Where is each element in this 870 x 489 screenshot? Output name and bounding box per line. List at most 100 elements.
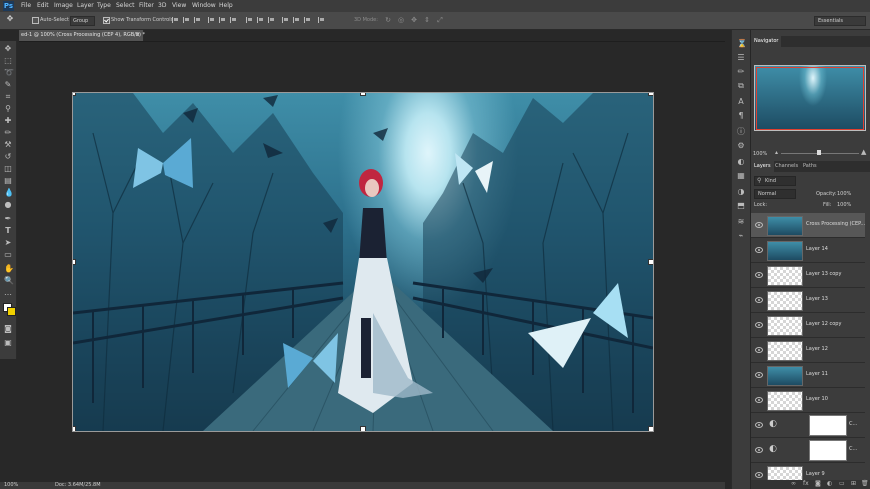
navigator-thumbnail[interactable]	[754, 65, 866, 131]
distribute-top-icon[interactable]	[246, 17, 254, 23]
layer-row[interactable]: Cross Processing (CEP...	[751, 213, 865, 238]
menu-filter[interactable]: Filter	[139, 2, 154, 9]
paths-icon[interactable]: ⌁	[737, 232, 745, 240]
eye-icon[interactable]	[755, 447, 763, 453]
new-adjustment-icon[interactable]: ◐	[827, 480, 832, 487]
eye-icon[interactable]	[755, 472, 763, 478]
type-icon[interactable]: T	[4, 227, 12, 235]
layer-thumbnail[interactable]	[767, 391, 803, 411]
history-icon[interactable]: ⌛	[737, 40, 747, 48]
quick-mask-icon[interactable]: ◙	[4, 325, 12, 333]
layer-mask-thumbnail[interactable]	[809, 440, 847, 461]
close-icon[interactable]: ×	[136, 32, 140, 38]
align-bottom-icon[interactable]	[194, 17, 202, 23]
layer-thumbnail[interactable]	[767, 216, 803, 236]
navigator-view-box[interactable]	[756, 67, 864, 130]
adjustments-icon[interactable]: ◑	[737, 188, 745, 196]
new-layer-icon[interactable]: ⊞	[851, 480, 856, 487]
move-tool-icon[interactable]: ✥	[4, 45, 12, 53]
gradient-tool-icon[interactable]: ▤	[4, 177, 12, 185]
blur-tool-icon[interactable]: 💧	[4, 189, 14, 197]
layer-row[interactable]: Layer 14	[751, 238, 865, 263]
layer-filter-dropdown[interactable]: ⚲ Kind	[754, 176, 796, 186]
zoom-out-icon[interactable]: ▴	[775, 149, 778, 156]
layer-thumbnail[interactable]	[767, 466, 803, 481]
menu-window[interactable]: Window	[192, 2, 216, 9]
eyedropper-tool-icon[interactable]: ⚲	[4, 105, 12, 113]
paragraph-icon[interactable]: ¶	[737, 112, 745, 120]
eye-icon[interactable]	[755, 272, 763, 278]
menu-view[interactable]: View	[172, 2, 186, 9]
transform-handle-bottom-right[interactable]	[648, 426, 653, 431]
transform-handle-top-left[interactable]	[73, 93, 76, 96]
eye-icon[interactable]	[755, 372, 763, 378]
layer-row[interactable]: Layer 10	[751, 388, 865, 413]
layer-mask-thumbnail[interactable]	[809, 415, 847, 436]
transform-handle-bottom[interactable]	[360, 426, 366, 431]
pen-tool-icon[interactable]: ✒	[4, 215, 12, 223]
channels-icon[interactable]: ≋	[737, 218, 745, 226]
layer-thumbnail[interactable]	[767, 341, 803, 361]
screen-mode-icon[interactable]: ▣	[4, 339, 12, 347]
brush-presets-icon[interactable]: ✏	[737, 68, 745, 76]
transform-handle-top[interactable]	[360, 93, 366, 96]
crop-tool-icon[interactable]: ⌗	[4, 93, 12, 101]
eye-icon[interactable]	[755, 297, 763, 303]
layer-thumbnail[interactable]	[767, 266, 803, 286]
clone-stamp-tool-icon[interactable]: ⚒	[4, 141, 12, 149]
layer-row[interactable]: Layer 11	[751, 363, 865, 388]
dodge-tool-icon[interactable]: ●	[4, 201, 12, 209]
distribute-right-icon[interactable]	[304, 17, 312, 23]
opacity-value[interactable]: 100%	[837, 191, 851, 197]
hand-icon[interactable]: ✋	[4, 265, 14, 273]
tab-paths[interactable]: Paths	[800, 161, 820, 172]
3d-slide-icon[interactable]: ⇕	[423, 16, 431, 24]
lasso-tool-icon[interactable]: ➰	[4, 69, 14, 77]
3d-scale-icon[interactable]: ⤢	[436, 16, 444, 24]
add-mask-icon[interactable]: ◙	[815, 480, 821, 487]
blend-mode-dropdown[interactable]: Normal	[754, 189, 796, 199]
menu-edit[interactable]: Edit	[37, 2, 49, 9]
distribute-center-icon[interactable]	[293, 17, 301, 23]
align-right-icon[interactable]	[230, 17, 238, 23]
fx-icon[interactable]: fx	[803, 480, 809, 487]
history-brush-tool-icon[interactable]: ↺	[4, 153, 12, 161]
marquee-tool-icon[interactable]: ⬚	[4, 57, 12, 65]
align-top-icon[interactable]	[172, 17, 180, 23]
layer-row[interactable]: ◐ C...	[751, 438, 865, 463]
layer-row[interactable]: Layer 12	[751, 338, 865, 363]
tab-navigator[interactable]: Navigator	[751, 36, 782, 47]
eye-icon[interactable]	[755, 422, 763, 428]
eye-icon[interactable]	[755, 347, 763, 353]
transform-handle-left[interactable]	[73, 259, 76, 265]
eye-icon[interactable]	[755, 322, 763, 328]
document-tab[interactable]: ed-1 @ 100% (Cross Processing (CEP 4), R…	[19, 30, 145, 41]
eye-icon[interactable]	[755, 247, 763, 253]
quick-select-tool-icon[interactable]: ✎	[4, 81, 12, 89]
workspace-dropdown[interactable]: Essentials	[814, 16, 866, 26]
menu-help[interactable]: Help	[219, 2, 233, 9]
zoom-level[interactable]: 100%	[4, 482, 18, 488]
align-center-icon[interactable]	[219, 17, 227, 23]
layer-thumbnail[interactable]	[767, 291, 803, 311]
menu-type[interactable]: Type	[97, 2, 111, 9]
distribute-middle-icon[interactable]	[257, 17, 265, 23]
layer-thumbnail[interactable]	[767, 366, 803, 386]
zoom-icon[interactable]: 🔍	[4, 277, 14, 285]
auto-align-icon[interactable]	[318, 17, 326, 23]
new-group-icon[interactable]: ▭	[839, 480, 845, 487]
menu-3d[interactable]: 3D	[158, 2, 166, 9]
menu-select[interactable]: Select	[116, 2, 135, 9]
transform-handle-top-right[interactable]	[648, 93, 653, 96]
move-icon[interactable]: ✥	[6, 15, 14, 23]
tab-layers[interactable]: Layers	[751, 161, 774, 172]
transform-handle-bottom-left[interactable]	[73, 426, 76, 431]
align-left-icon[interactable]	[208, 17, 216, 23]
eraser-tool-icon[interactable]: ◫	[4, 165, 12, 173]
tab-channels[interactable]: Channels	[772, 161, 801, 172]
swatches-icon[interactable]: ▦	[737, 172, 745, 180]
menu-image[interactable]: Image	[54, 2, 73, 9]
fill-value[interactable]: 100%	[837, 202, 851, 208]
info-icon[interactable]: ⓘ	[737, 128, 745, 136]
tool-presets-icon[interactable]: ⚙	[737, 142, 745, 150]
